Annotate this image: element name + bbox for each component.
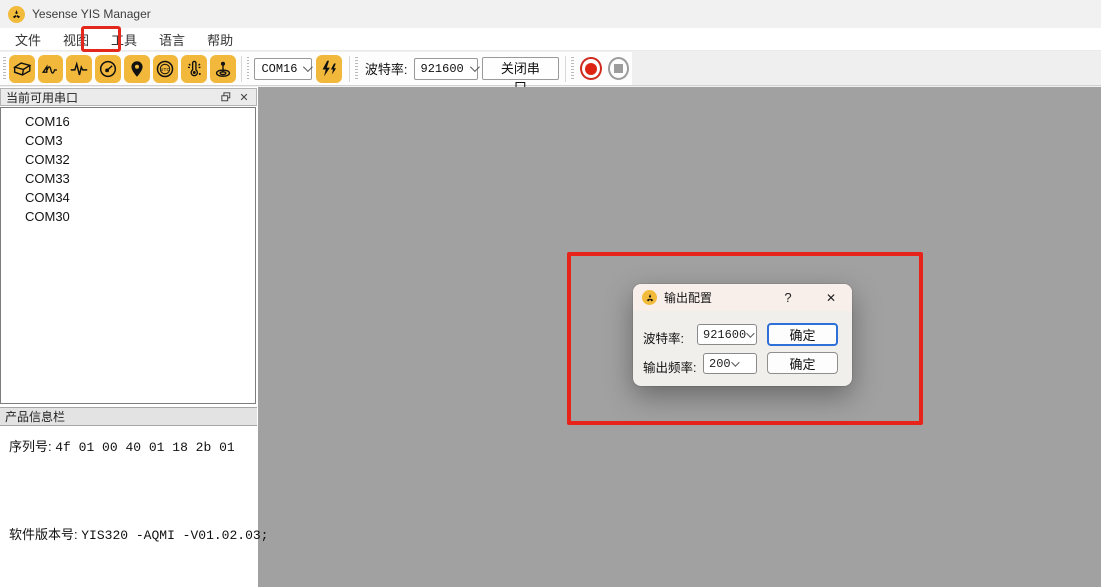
toolbar-grip[interactable] (355, 57, 358, 81)
app-logo-icon (8, 6, 25, 23)
product-info-header: 产品信息栏 (0, 407, 257, 426)
close-serial-port-button[interactable]: 关闭串口 (482, 57, 560, 80)
location-pin-icon (126, 58, 148, 80)
port-list-item[interactable]: COM33 (1, 169, 255, 188)
gyro-button[interactable] (210, 55, 236, 83)
serial-number-row: 序列号: 4f 01 00 40 01 18 2b 01 (9, 436, 235, 455)
toolbar-separator (349, 56, 350, 82)
port-list-item[interactable]: COM3 (1, 131, 255, 150)
dock-close-button[interactable]: ✕ (235, 90, 253, 105)
cube-3d-icon (11, 58, 33, 80)
chevron-down-icon (297, 62, 310, 76)
3d-view-button[interactable] (9, 55, 35, 83)
dialog-logo-icon (642, 290, 657, 305)
title-bar: Yesense YIS Manager (0, 0, 1101, 28)
menu-bar: 文件 视图 工具 语言 帮助 (0, 28, 1101, 51)
float-window-icon (221, 92, 231, 102)
port-list-item[interactable]: COM32 (1, 150, 255, 169)
menu-file[interactable]: 文件 (4, 28, 52, 51)
dialog-rate-select[interactable]: 200 (703, 353, 757, 374)
output-config-dialog: 输出配置 ? ✕ 波特率: 921600 确定 输出频率: 200 确定 (633, 284, 852, 386)
port-list-item[interactable]: COM30 (1, 207, 255, 226)
stop-square-icon (614, 64, 623, 73)
toolbar-grip[interactable] (247, 57, 250, 81)
dialog-rate-ok-button[interactable]: 确定 (767, 352, 838, 374)
dialog-help-button[interactable]: ? (776, 284, 800, 311)
available-ports-list[interactable]: COM16 COM3 COM32 COM33 COM34 COM30 (0, 107, 256, 404)
toolbar-separator (565, 56, 566, 82)
software-version-label: 软件版本号: (9, 527, 78, 542)
window-title: Yesense YIS Manager (32, 7, 151, 21)
utc-clock-button[interactable]: UTC (153, 55, 179, 83)
software-version-row: 软件版本号: YIS320 -AQMI -V01.02.03; (9, 524, 268, 543)
dialog-baud-ok-button[interactable]: 确定 (767, 323, 838, 346)
location-button[interactable] (124, 55, 150, 83)
chevron-down-icon (746, 328, 752, 342)
app-window: Yesense YIS Manager 文件 视图 工具 语言 帮助 (0, 0, 1101, 587)
gauge-button[interactable] (95, 55, 121, 83)
port-list-item[interactable]: COM16 (1, 112, 255, 131)
chevron-down-icon (464, 62, 477, 76)
toolbar-strip: UTC (0, 52, 632, 85)
record-button[interactable] (580, 57, 601, 80)
baud-rate-label: 波特率: (365, 59, 408, 78)
pulse-waveform-icon (68, 58, 90, 80)
serial-number-label: 序列号: (9, 439, 52, 454)
serial-ports-dock: 当前可用串口 ✕ COM16 COM3 COM32 COM33 COM34 CO… (0, 87, 258, 587)
serial-number-value: 4f 01 00 40 01 18 2b 01 (55, 440, 234, 455)
port-select[interactable]: COM16 (254, 58, 312, 80)
chevron-down-icon (731, 357, 737, 371)
baud-rate-select[interactable]: 921600 (414, 58, 478, 80)
dialog-baud-value: 921600 (703, 328, 746, 342)
gauge-icon (97, 58, 119, 80)
dock-header: 当前可用串口 ✕ (0, 88, 257, 106)
dialog-baud-label: 波特率: (643, 328, 684, 347)
software-version-value: YIS320 -AQMI -V01.02.03; (81, 528, 268, 543)
port-select-value: COM16 (261, 62, 297, 76)
lightning-icon (318, 58, 340, 80)
dialog-title: 输出配置 (664, 289, 712, 306)
toolbar: UTC (0, 52, 1101, 86)
dock-title: 当前可用串口 (6, 89, 78, 106)
menu-view[interactable]: 视图 (52, 28, 100, 51)
temperature-button[interactable] (181, 55, 207, 83)
dock-float-button[interactable] (217, 90, 235, 105)
stop-button[interactable] (608, 57, 629, 80)
record-dot-icon (585, 63, 597, 75)
toolbar-grip[interactable] (571, 57, 574, 81)
dialog-close-button[interactable]: ✕ (817, 284, 845, 311)
svg-text:UTC: UTC (161, 66, 170, 72)
baud-rate-value: 921600 (421, 62, 464, 76)
menu-tools[interactable]: 工具 (100, 28, 148, 51)
toolbar-grip[interactable] (3, 57, 6, 81)
refresh-ports-button[interactable] (316, 55, 342, 83)
angle-wave-button[interactable] (38, 55, 64, 83)
utc-clock-icon: UTC (154, 58, 176, 80)
gyro-joystick-icon (212, 58, 234, 80)
angle-wave-icon (39, 58, 61, 80)
waveform-button[interactable] (66, 55, 92, 83)
dialog-baud-select[interactable]: 921600 (697, 324, 757, 345)
toolbar-separator (241, 56, 242, 82)
port-list-item[interactable]: COM34 (1, 188, 255, 207)
thermometer-icon (183, 58, 205, 80)
menu-language[interactable]: 语言 (148, 28, 196, 51)
dialog-rate-value: 200 (709, 357, 731, 371)
menu-help[interactable]: 帮助 (196, 28, 244, 51)
dialog-rate-label: 输出频率: (643, 357, 696, 376)
